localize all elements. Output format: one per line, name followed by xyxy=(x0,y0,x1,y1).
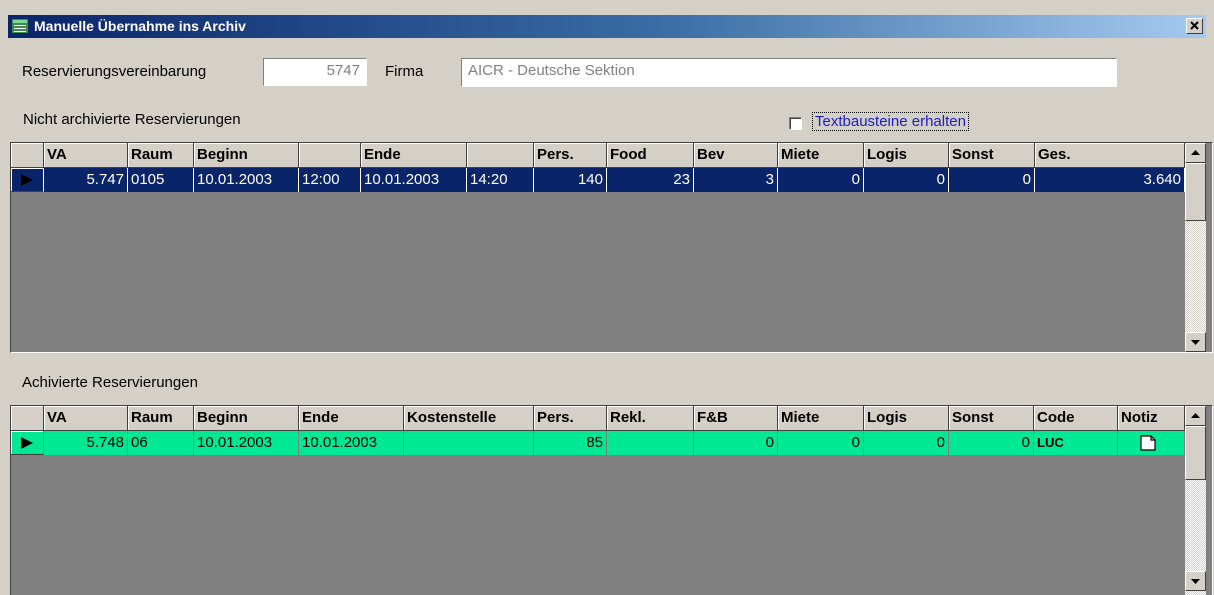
title-bar[interactable]: Manuelle Übernahme ins Archiv xyxy=(8,15,1206,38)
scroll-thumb[interactable] xyxy=(1185,163,1206,221)
window-title: Manuelle Übernahme ins Archiv xyxy=(34,18,246,34)
scroll-up-button[interactable] xyxy=(1185,143,1206,163)
col-header-ges[interactable]: Ges. xyxy=(1035,143,1185,168)
row-indicator xyxy=(11,168,44,192)
close-button[interactable] xyxy=(1186,18,1203,34)
cell-beginn[interactable]: 10.01.2003 xyxy=(194,168,299,192)
row-indicator xyxy=(11,431,44,455)
cell-beginn[interactable]: 10.01.2003 xyxy=(194,431,299,455)
col-header-logis[interactable]: Logis xyxy=(864,143,949,168)
scroll-down-button[interactable] xyxy=(1185,332,1206,352)
cell-pers[interactable]: 85 xyxy=(534,431,607,455)
cell-sonst[interactable]: 0 xyxy=(949,168,1035,192)
cell-miete[interactable]: 0 xyxy=(778,168,864,192)
col-header-notiz[interactable]: Notiz xyxy=(1118,406,1185,431)
col-header-logis[interactable]: Logis xyxy=(864,406,949,431)
col-header-beginn[interactable]: Beginn xyxy=(194,143,299,168)
archive-dialog: Manuelle Übernahme ins Archiv Reservieru… xyxy=(0,0,1214,595)
textbausteine-label[interactable]: Textbausteine erhalten xyxy=(812,112,969,131)
scroll-thumb[interactable] xyxy=(1185,426,1206,480)
document-icon xyxy=(1140,435,1156,451)
col-header-ende[interactable]: Ende xyxy=(299,406,404,431)
col-header-bev[interactable]: Bev xyxy=(694,143,778,168)
triangle-right-icon xyxy=(21,174,33,186)
col-header-code[interactable]: Code xyxy=(1034,406,1118,431)
firma-field[interactable]: AICR - Deutsche Sektion xyxy=(461,58,1117,87)
header-indicator-cell xyxy=(11,143,44,168)
col-header-miete[interactable]: Miete xyxy=(778,143,864,168)
cell-kostenstelle[interactable] xyxy=(404,431,534,455)
cell-notiz[interactable] xyxy=(1118,431,1185,455)
cell-va[interactable]: 5.748 xyxy=(44,431,128,455)
col-header-beginn-time[interactable] xyxy=(299,143,361,168)
col-header-miete[interactable]: Miete xyxy=(778,406,864,431)
col-header-sonst[interactable]: Sonst xyxy=(949,406,1034,431)
cell-logis[interactable]: 0 xyxy=(864,431,949,455)
cell-fb[interactable]: 0 xyxy=(694,431,778,455)
col-header-pers[interactable]: Pers. xyxy=(534,143,607,168)
window-icon xyxy=(12,19,28,33)
triangle-right-icon xyxy=(21,437,33,449)
firma-label: Firma xyxy=(385,63,424,80)
arrow-up-icon xyxy=(1191,413,1200,418)
cell-ges[interactable]: 3.640 xyxy=(1035,168,1185,192)
cell-raum[interactable]: 0105 xyxy=(128,168,194,192)
col-header-pers[interactable]: Pers. xyxy=(534,406,607,431)
bottom-grid-scrollbar[interactable] xyxy=(1185,406,1206,595)
cell-ende[interactable]: 10.01.2003 xyxy=(299,431,404,455)
cell-va[interactable]: 5.747 xyxy=(44,168,128,192)
col-header-va[interactable]: VA xyxy=(44,406,128,431)
cell-bev[interactable]: 3 xyxy=(694,168,778,192)
cell-miete[interactable]: 0 xyxy=(778,431,864,455)
arrow-down-icon xyxy=(1191,579,1200,584)
scroll-down-button[interactable] xyxy=(1185,571,1206,591)
col-header-food[interactable]: Food xyxy=(607,143,694,168)
col-header-ende-time[interactable] xyxy=(467,143,534,168)
cell-beginn-time[interactable]: 12:00 xyxy=(299,168,361,192)
col-header-kostenstelle[interactable]: Kostenstelle xyxy=(404,406,534,431)
cell-ende-time[interactable]: 14:20 xyxy=(467,168,534,192)
arrow-up-icon xyxy=(1191,150,1200,155)
cell-code[interactable]: LUC xyxy=(1034,431,1118,455)
close-icon xyxy=(1190,21,1199,30)
col-header-beginn[interactable]: Beginn xyxy=(194,406,299,431)
cell-rekl[interactable] xyxy=(607,431,694,455)
col-header-fb[interactable]: F&B xyxy=(694,406,778,431)
col-header-va[interactable]: VA xyxy=(44,143,128,168)
cell-pers[interactable]: 140 xyxy=(534,168,607,192)
vereinbarung-field[interactable]: 5747 xyxy=(263,58,367,86)
header-indicator-cell xyxy=(11,406,44,431)
textbausteine-checkbox[interactable] xyxy=(789,117,802,130)
top-grid-scrollbar[interactable] xyxy=(1185,143,1206,352)
top-section-label: Nicht archivierte Reservierungen xyxy=(23,111,241,128)
unarchived-grid[interactable]: VA Raum Beginn Ende Pers. Food Bev Miete… xyxy=(10,142,1213,353)
cell-sonst[interactable]: 0 xyxy=(949,431,1034,455)
cell-ende[interactable]: 10.01.2003 xyxy=(361,168,467,192)
cell-food[interactable]: 23 xyxy=(607,168,694,192)
arrow-down-icon xyxy=(1191,340,1200,345)
bottom-section-label: Achivierte Reservierungen xyxy=(22,374,198,391)
col-header-raum[interactable]: Raum xyxy=(128,143,194,168)
col-header-rekl[interactable]: Rekl. xyxy=(607,406,694,431)
scroll-up-button[interactable] xyxy=(1185,406,1206,426)
archived-grid[interactable]: VA Raum Beginn Ende Kostenstelle Pers. R… xyxy=(10,405,1213,595)
col-header-raum[interactable]: Raum xyxy=(128,406,194,431)
cell-logis[interactable]: 0 xyxy=(864,168,949,192)
col-header-sonst[interactable]: Sonst xyxy=(949,143,1035,168)
vereinbarung-label: Reservierungsvereinbarung xyxy=(22,63,207,80)
cell-raum[interactable]: 06 xyxy=(128,431,194,455)
col-header-ende[interactable]: Ende xyxy=(361,143,467,168)
